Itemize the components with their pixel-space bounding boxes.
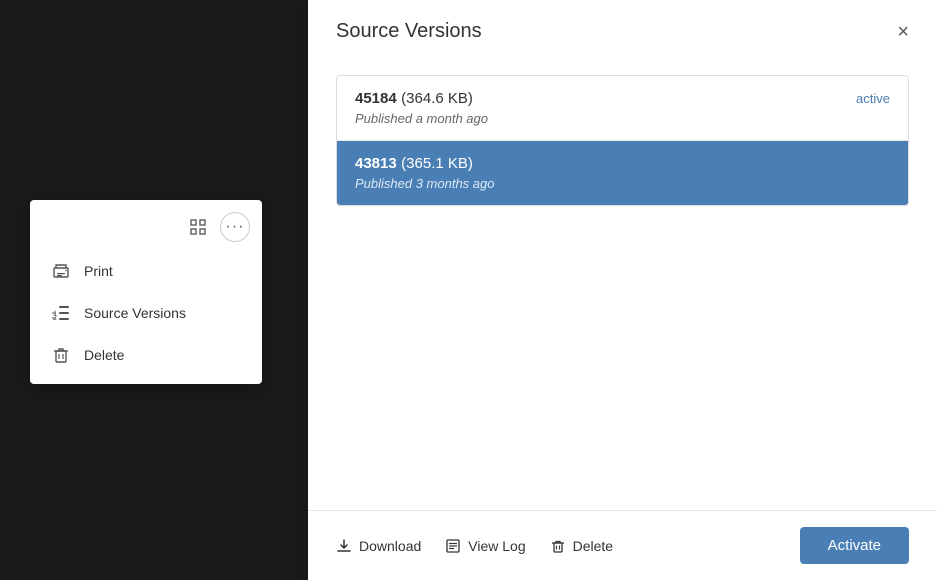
version-active-badge: active bbox=[856, 91, 890, 106]
modal-panel: Source Versions × 45184 (364.6 KB) activ… bbox=[308, 0, 937, 580]
menu-item-delete-label: Delete bbox=[84, 347, 124, 363]
context-menu: ··· Print 1 2 Sourc bbox=[30, 200, 262, 384]
expand-icon[interactable] bbox=[184, 213, 212, 241]
version-info: 45184 (364.6 KB) bbox=[355, 90, 473, 108]
printer-icon bbox=[50, 260, 72, 282]
version-item-43813[interactable]: 43813 (365.1 KB) Published 3 months ago bbox=[337, 141, 908, 205]
download-button[interactable]: Download bbox=[336, 538, 421, 554]
delete-icon bbox=[550, 538, 566, 554]
version-number-2: 43813 bbox=[355, 155, 397, 172]
menu-item-source-versions[interactable]: 1 2 Source Versions bbox=[30, 292, 262, 334]
modal-title: Source Versions bbox=[336, 20, 482, 43]
activate-button[interactable]: Activate bbox=[800, 527, 909, 564]
menu-item-delete[interactable]: Delete bbox=[30, 334, 262, 376]
versions-list: 45184 (364.6 KB) active Published a mont… bbox=[336, 75, 909, 206]
trash-icon bbox=[50, 344, 72, 366]
menu-item-print[interactable]: Print bbox=[30, 250, 262, 292]
menu-item-source-versions-label: Source Versions bbox=[84, 305, 186, 321]
context-menu-header: ··· bbox=[30, 208, 262, 250]
view-log-icon bbox=[445, 538, 461, 554]
version-date-2: Published 3 months ago bbox=[355, 176, 890, 191]
view-log-label: View Log bbox=[468, 538, 525, 554]
delete-label: Delete bbox=[573, 538, 613, 554]
version-item-45184[interactable]: 45184 (364.6 KB) active Published a mont… bbox=[337, 76, 908, 141]
version-info-2: 43813 (365.1 KB) bbox=[355, 155, 473, 173]
source-versions-icon: 1 2 bbox=[50, 302, 72, 324]
menu-item-print-label: Print bbox=[84, 263, 113, 279]
delete-button[interactable]: Delete bbox=[550, 538, 613, 554]
view-log-button[interactable]: View Log bbox=[445, 538, 525, 554]
download-label: Download bbox=[359, 538, 421, 554]
modal-close-button[interactable]: × bbox=[897, 22, 909, 42]
version-item-top-2: 43813 (365.1 KB) bbox=[355, 155, 890, 173]
version-size-2: (365.1 KB) bbox=[401, 155, 473, 172]
download-icon bbox=[336, 538, 352, 554]
version-date: Published a month ago bbox=[355, 111, 890, 126]
modal-header: Source Versions × bbox=[308, 0, 937, 59]
modal-footer: Download View Log Delete Activate bbox=[308, 510, 937, 580]
more-options-icon[interactable]: ··· bbox=[220, 212, 250, 242]
version-item-top: 45184 (364.6 KB) active bbox=[355, 90, 890, 108]
version-number: 45184 bbox=[355, 90, 397, 107]
version-size: (364.6 KB) bbox=[401, 90, 473, 107]
modal-body: 45184 (364.6 KB) active Published a mont… bbox=[308, 59, 937, 510]
